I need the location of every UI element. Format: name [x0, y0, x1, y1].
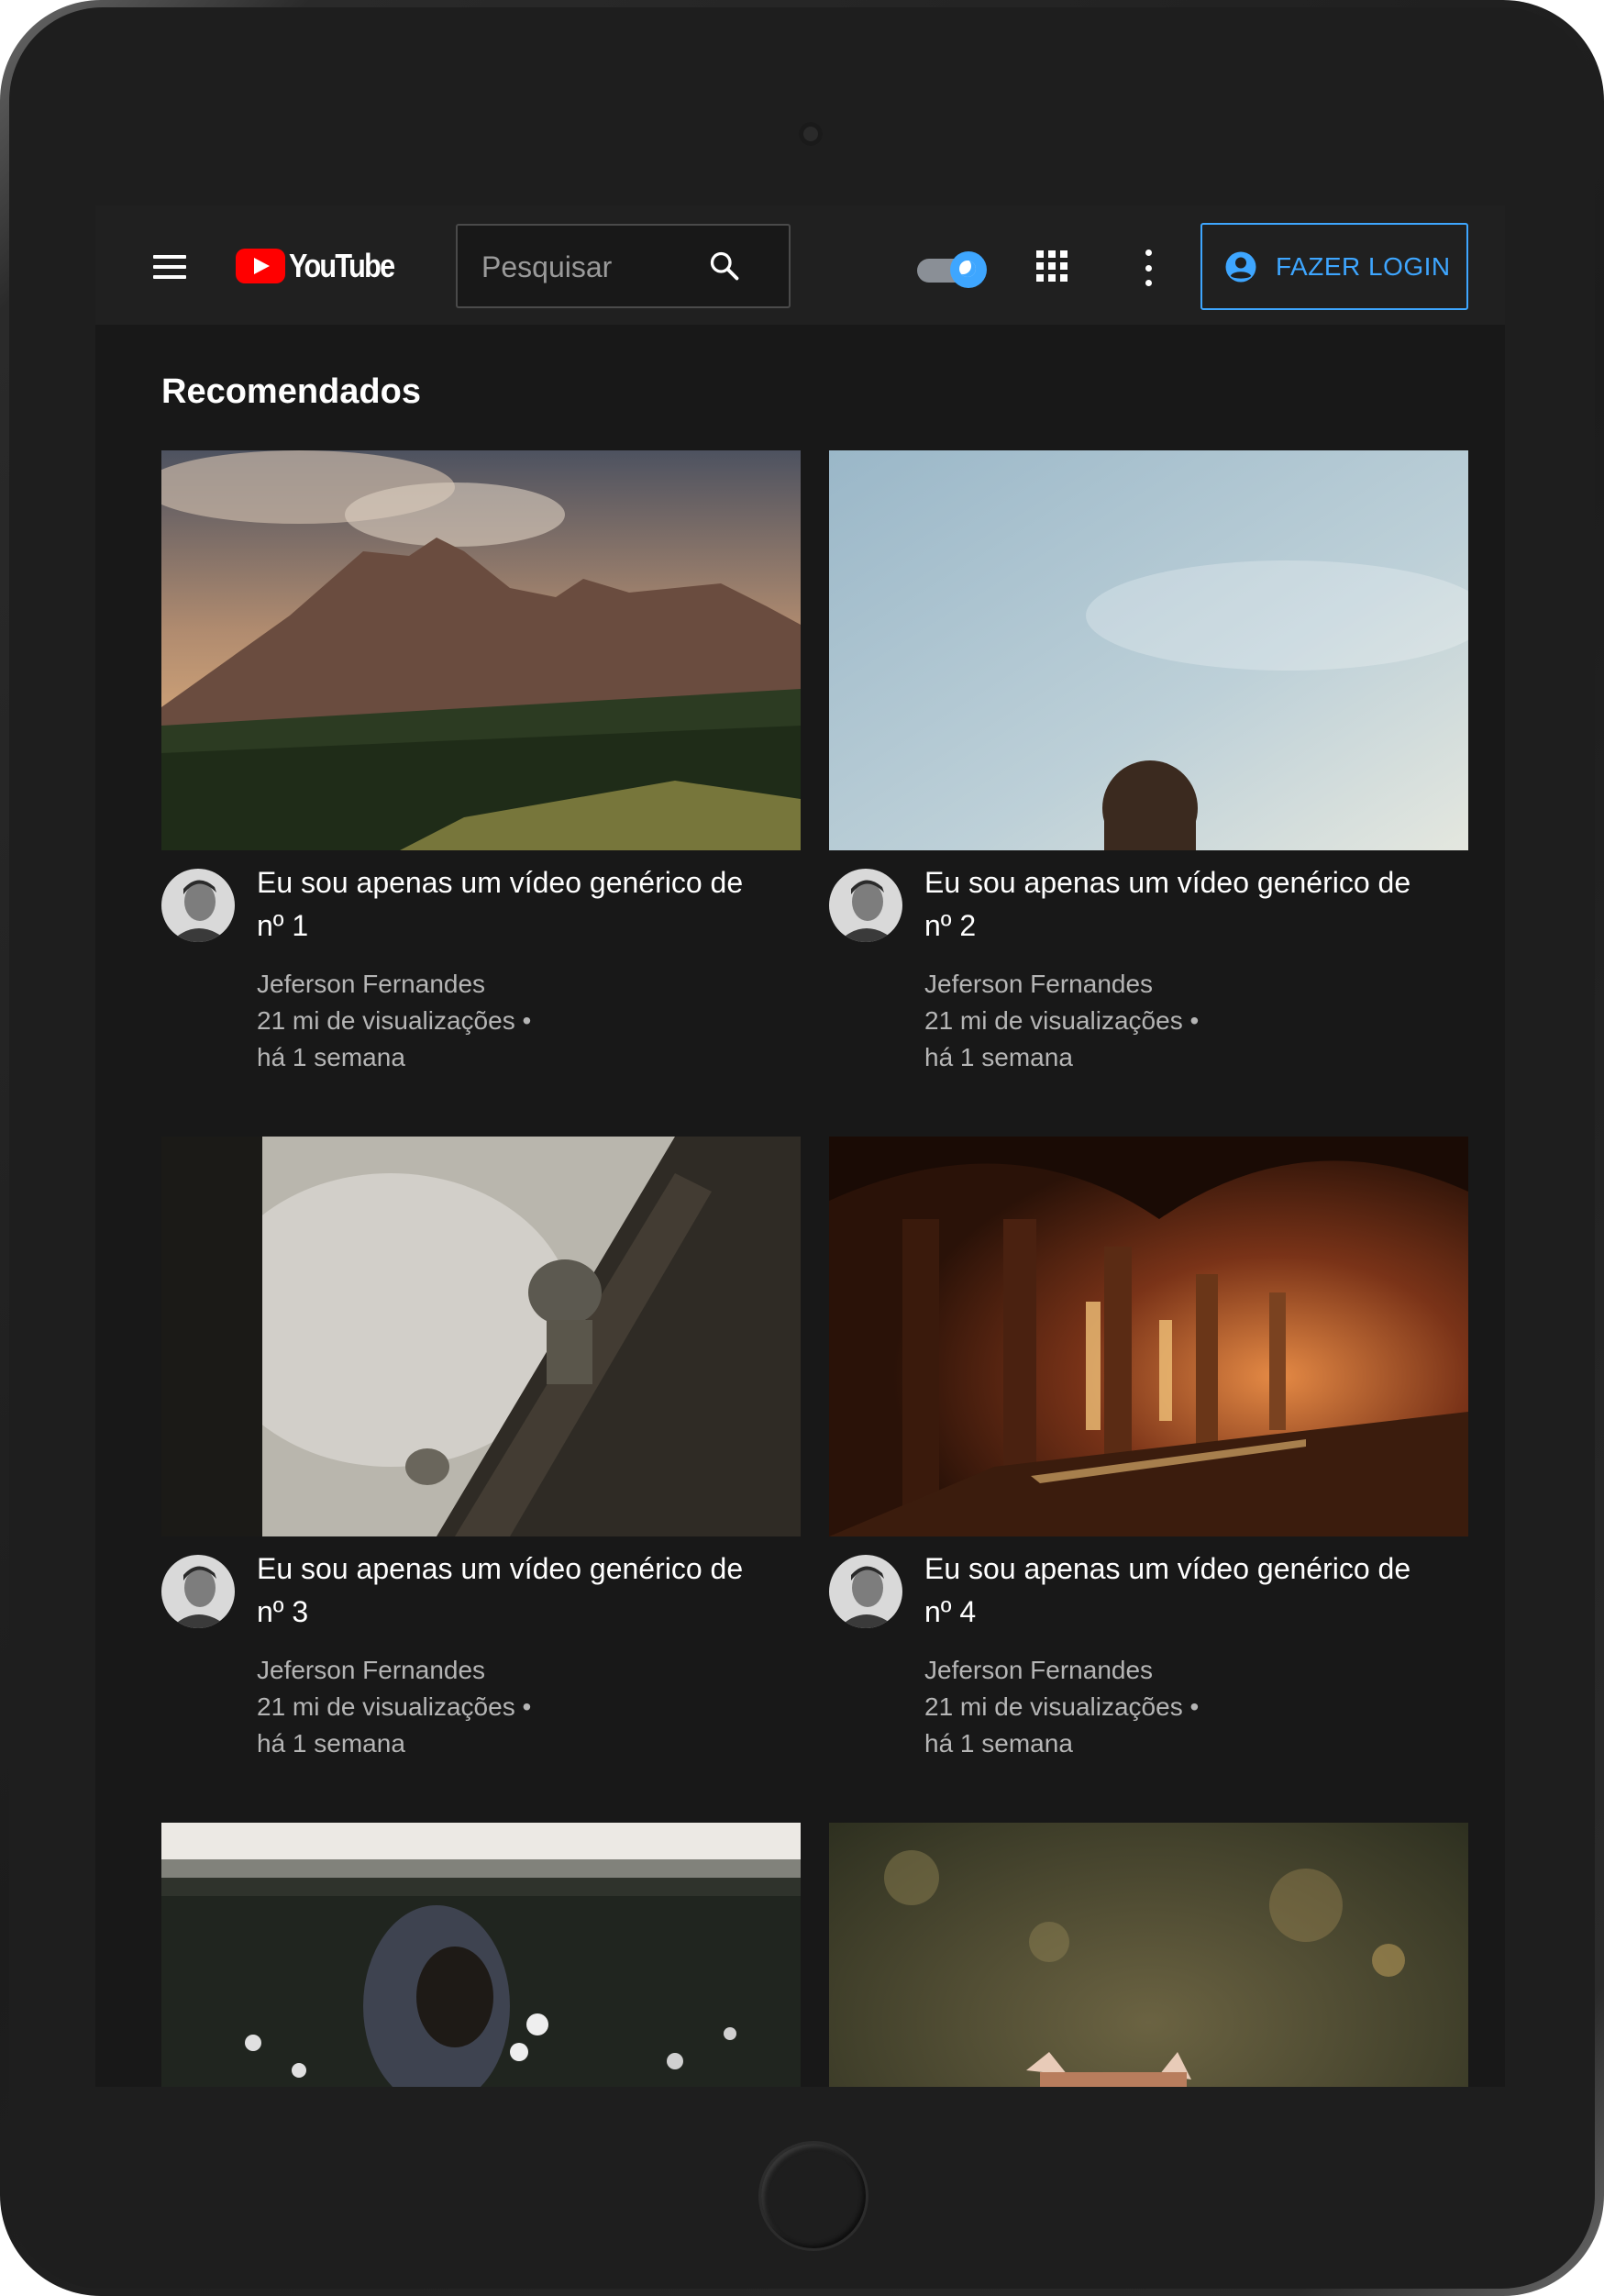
video-title[interactable]: Eu sou apenas um vídeo genérico de nº 2	[924, 861, 1438, 948]
video-thumbnail[interactable]	[161, 450, 801, 850]
home-button[interactable]	[758, 2141, 868, 2251]
top-header: YouTube FAZ	[95, 205, 1505, 325]
video-card[interactable]: Eu sou apenas um vídeo genérico de nº 4 …	[829, 1137, 1468, 1758]
channel-avatar[interactable]	[161, 1555, 235, 1628]
front-camera	[799, 122, 823, 146]
video-thumbnail[interactable]	[829, 1823, 1468, 2087]
video-title[interactable]: Eu sou apenas um vídeo genérico de nº 3	[257, 1547, 770, 1634]
screen: YouTube FAZ	[95, 205, 1505, 2087]
video-card[interactable]	[829, 1823, 1468, 2087]
channel-name[interactable]: Jeferson Fernandes	[257, 1652, 485, 1689]
video-thumbnail[interactable]	[161, 1137, 801, 1536]
video-card[interactable]	[161, 1823, 801, 2087]
video-title[interactable]: Eu sou apenas um vídeo genérico de nº 1	[257, 861, 770, 948]
video-thumbnail[interactable]	[829, 1137, 1468, 1536]
login-label: FAZER LOGIN	[1276, 251, 1451, 281]
channel-name[interactable]: Jeferson Fernandes	[924, 1652, 1153, 1689]
upload-age: há 1 semana	[257, 1729, 405, 1758]
video-meta: 21 mi de visualizações • há 1 semana	[257, 1003, 624, 1076]
logo-text: YouTube	[289, 247, 395, 284]
channel-name[interactable]: Jeferson Fernandes	[257, 966, 485, 1003]
view-count: 21 mi de visualizações •	[924, 1692, 1200, 1721]
more-vertical-icon[interactable]	[1144, 250, 1153, 286]
youtube-logo[interactable]: YouTube	[236, 247, 413, 284]
channel-avatar[interactable]	[829, 1555, 902, 1628]
search-input[interactable]	[458, 226, 722, 308]
view-count: 21 mi de visualizações •	[924, 1006, 1200, 1035]
video-meta: 21 mi de visualizações • há 1 semana	[257, 1689, 624, 1762]
video-thumbnail[interactable]	[829, 450, 1468, 850]
video-title[interactable]: Eu sou apenas um vídeo genérico de nº 4	[924, 1547, 1438, 1634]
youtube-logo-icon	[236, 249, 285, 283]
search-box	[456, 224, 791, 308]
tablet-frame: YouTube FAZ	[0, 0, 1604, 2296]
video-card[interactable]: Eu sou apenas um vídeo genérico de nº 3 …	[161, 1137, 801, 1758]
channel-avatar[interactable]	[829, 869, 902, 942]
search-icon[interactable]	[708, 250, 741, 283]
video-meta: 21 mi de visualizações • há 1 semana	[924, 1003, 1291, 1076]
upload-age: há 1 semana	[257, 1043, 405, 1071]
channel-name[interactable]: Jeferson Fernandes	[924, 966, 1153, 1003]
video-meta: 21 mi de visualizações • há 1 semana	[924, 1689, 1291, 1762]
video-thumbnail[interactable]	[161, 1823, 801, 2087]
video-card[interactable]: Eu sou apenas um vídeo genérico de nº 1 …	[161, 450, 801, 1071]
upload-age: há 1 semana	[924, 1043, 1073, 1071]
view-count: 21 mi de visualizações •	[257, 1692, 532, 1721]
view-count: 21 mi de visualizações •	[257, 1006, 532, 1035]
channel-avatar[interactable]	[161, 869, 235, 942]
login-button[interactable]: FAZER LOGIN	[1200, 223, 1468, 310]
section-title: Recomendados	[161, 372, 421, 411]
upload-age: há 1 semana	[924, 1729, 1073, 1758]
account-circle-icon	[1225, 251, 1256, 282]
video-card[interactable]: Eu sou apenas um vídeo genérico de nº 2 …	[829, 450, 1468, 1071]
apps-grid-icon[interactable]	[1036, 250, 1067, 282]
menu-icon[interactable]	[153, 255, 186, 279]
dark-mode-toggle[interactable]	[917, 251, 987, 288]
